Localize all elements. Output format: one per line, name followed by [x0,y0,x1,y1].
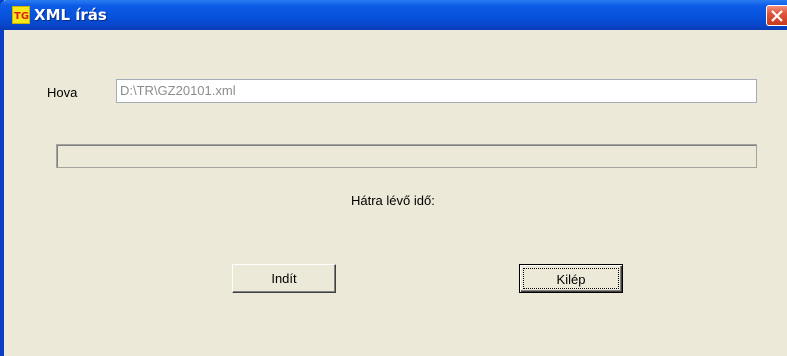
exit-button-label: Kilép [523,268,619,289]
app-icon: TG [12,6,30,24]
xml-write-dialog: TG XML írás Hova D:\TR\GZ20101.xml Hátra… [0,0,787,356]
svg-text:TG: TG [14,11,29,22]
destination-label: Hova [47,85,78,100]
destination-path-field[interactable]: D:\TR\GZ20101.xml [116,79,757,103]
progress-bar [56,144,757,168]
close-button[interactable] [766,5,787,26]
exit-button[interactable]: Kilép [519,264,623,293]
start-button[interactable]: Indít [232,264,336,293]
title-bar[interactable]: TG XML írás [0,0,787,30]
window-title: XML írás [34,6,107,24]
close-icon [771,10,783,22]
time-left-label: Hátra lévő idő: [351,193,435,208]
